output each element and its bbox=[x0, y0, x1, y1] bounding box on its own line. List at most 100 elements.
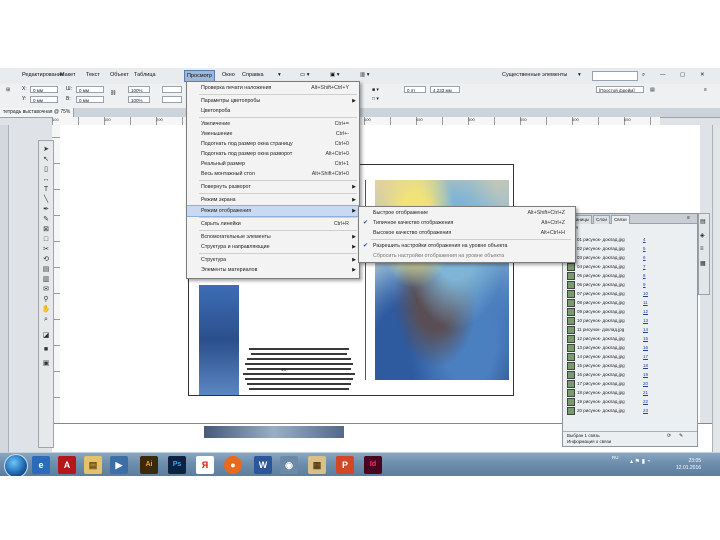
photoshop-icon[interactable]: Ps bbox=[168, 456, 186, 474]
menu-item-typical-display[interactable]: ✔ Типичное качество отображения Alt+Ctrl+Z bbox=[359, 218, 575, 228]
vertical-scrollbar[interactable] bbox=[712, 125, 720, 476]
menu-item-grids-guides[interactable]: Структура и направляющие ▶ bbox=[187, 242, 359, 252]
link-row[interactable]: 13 рисунок- доклад.jpg 16 bbox=[567, 343, 677, 352]
link-page[interactable]: 7 bbox=[643, 262, 646, 271]
link-page[interactable]: 4 bbox=[643, 235, 646, 244]
close-icon[interactable]: ✕ bbox=[700, 72, 705, 78]
edit-original-icon[interactable]: ✎ bbox=[679, 433, 683, 439]
tray-icons[interactable]: ▴ ⚑ ▮ ◔ bbox=[630, 458, 650, 465]
menu-item-zoom-out[interactable]: Уменьшение Ctrl+- bbox=[187, 129, 359, 139]
scissors-tool-icon[interactable]: ✂ bbox=[41, 245, 51, 254]
menu-item-extras[interactable]: Вспомогательные элементы ▶ bbox=[187, 232, 359, 242]
menu-item-zoom-in[interactable]: Увеличение Ctrl+= bbox=[187, 119, 359, 129]
tab-links[interactable]: Связи bbox=[611, 215, 630, 224]
painting-image-left[interactable] bbox=[199, 285, 239, 395]
style-options-icon[interactable]: ▤ bbox=[650, 87, 655, 93]
stroke-panel-icon[interactable]: ≡ bbox=[700, 246, 704, 252]
fill-icon[interactable]: ■ ▾ bbox=[372, 87, 379, 93]
search-icon[interactable]: ⌕ bbox=[642, 72, 645, 79]
menu-item-fast-display[interactable]: Быстрое отображение Alt+Shift+Ctrl+Z bbox=[359, 208, 575, 218]
chevron-down-icon[interactable]: ▾ bbox=[578, 72, 581, 78]
link-proportions-icon[interactable]: ⛓ bbox=[110, 90, 116, 96]
menu-item-fit-page[interactable]: Подогнать под размер окна страницу Ctrl+0 bbox=[187, 139, 359, 149]
menu-item-screen-mode[interactable]: Режим экрана ▶ bbox=[187, 195, 359, 205]
link-page[interactable]: 22 bbox=[643, 397, 648, 406]
link-row[interactable]: 17 рисунок- доклад.jpg 20 bbox=[567, 379, 677, 388]
next-page-image[interactable] bbox=[204, 426, 344, 438]
document-tab[interactable]: тетрадь выставочная @ 75% bbox=[0, 108, 75, 117]
indesign-icon[interactable]: Id bbox=[364, 456, 382, 474]
search-input[interactable] bbox=[592, 71, 638, 81]
rotation-field[interactable] bbox=[162, 86, 182, 93]
link-row[interactable]: 19 рисунок- доклад.jpg 22 bbox=[567, 397, 677, 406]
pen-tool-icon[interactable]: ✒ bbox=[41, 205, 51, 214]
view-options-icon[interactable]: ▭ ▾ bbox=[300, 72, 310, 78]
scale-x-field[interactable]: 100% bbox=[128, 86, 150, 93]
folder-icon[interactable]: ▤ bbox=[84, 456, 102, 474]
menu-item-actual-size[interactable]: Реальный размер Ctrl+1 bbox=[187, 159, 359, 169]
powerpoint-icon[interactable]: P bbox=[336, 456, 354, 474]
hand-tool-icon[interactable]: ✋ bbox=[41, 305, 51, 314]
ie-icon[interactable]: e bbox=[32, 456, 50, 474]
link-row[interactable]: 03 рисунок- доклад.jpg 6 bbox=[567, 253, 677, 262]
link-page[interactable]: 17 bbox=[643, 352, 648, 361]
media-player-icon[interactable]: ▶ bbox=[110, 456, 128, 474]
link-page[interactable]: 23 bbox=[643, 406, 648, 415]
menu-item-clear-object-level[interactable]: Сбросить настройки отображения на уровне… bbox=[359, 251, 575, 261]
link-page[interactable]: 6 bbox=[643, 253, 646, 262]
panel-menu-icon[interactable]: ≡ bbox=[687, 215, 690, 221]
menu-item[interactable]: Таблица bbox=[134, 72, 156, 78]
gap-tool-icon[interactable]: ↔ bbox=[41, 175, 51, 184]
arrange-icon[interactable]: ▥ ▾ bbox=[360, 72, 370, 78]
start-button[interactable] bbox=[4, 454, 28, 476]
stroke-weight-field[interactable]: 0 пт bbox=[404, 86, 426, 93]
swatches-panel-icon[interactable]: ▦ bbox=[700, 260, 706, 267]
link-row[interactable]: 08 рисунок- доклад.jpg 11 bbox=[567, 298, 677, 307]
type-tool-icon[interactable]: T bbox=[41, 185, 51, 194]
link-page[interactable]: 14 bbox=[643, 325, 648, 334]
x-field[interactable]: 0 мм bbox=[30, 86, 58, 93]
link-page[interactable]: 20 bbox=[643, 379, 648, 388]
word-icon[interactable]: W bbox=[254, 456, 272, 474]
link-row[interactable]: 06 рисунок- доклад.jpg 9 bbox=[567, 280, 677, 289]
link-page[interactable]: 15 bbox=[643, 334, 648, 343]
width-field[interactable]: 0 мм bbox=[76, 86, 104, 93]
view-mode-icon[interactable]: ▣ bbox=[41, 359, 51, 368]
scale-y-field[interactable]: 100% bbox=[128, 96, 150, 103]
menu-item[interactable]: Справка bbox=[242, 72, 264, 78]
selection-tool-icon[interactable]: ➤ bbox=[41, 145, 51, 154]
link-row[interactable]: 15 рисунок- доклад.jpg 18 bbox=[567, 361, 677, 370]
stroke-icon[interactable]: □ ▾ bbox=[372, 96, 379, 102]
link-row[interactable]: 07 рисунок- доклад.jpg 10 bbox=[567, 289, 677, 298]
line-tool-icon[interactable]: ╲ bbox=[41, 195, 51, 204]
link-info-toggle[interactable]: Информация о связи bbox=[567, 439, 611, 444]
tab-layers[interactable]: Слои bbox=[593, 215, 610, 224]
screen-mode-icon[interactable]: ▣ ▾ bbox=[330, 72, 340, 78]
explorer-icon[interactable]: ▦ bbox=[308, 456, 326, 474]
link-page[interactable]: 11 bbox=[643, 298, 648, 307]
direct-selection-tool-icon[interactable]: ↖ bbox=[41, 155, 51, 164]
language-indicator[interactable]: RU bbox=[612, 455, 619, 460]
illustrator-icon[interactable]: Ai bbox=[140, 456, 158, 474]
apply-color-icon[interactable]: ■ bbox=[41, 345, 51, 354]
link-row[interactable]: 18 рисунок- доклад.jpg 21 bbox=[567, 388, 677, 397]
menu-item-display-performance[interactable]: Режим отображения ▶ bbox=[187, 205, 359, 217]
menu-item-entire-pasteboard[interactable]: Весь монтажный стол Alt+Shift+Ctrl+0 bbox=[187, 169, 359, 179]
link-row[interactable]: 14 рисунок- доклад.jpg 17 bbox=[567, 352, 677, 361]
y-field[interactable]: 0 мм bbox=[30, 96, 58, 103]
transform-tool-icon[interactable]: ⟲ bbox=[41, 255, 51, 264]
shear-field[interactable] bbox=[162, 96, 182, 103]
note-tool-icon[interactable]: ✉ bbox=[41, 285, 51, 294]
menu-item-high-quality-display[interactable]: Высокое качество отображения Alt+Ctrl+H bbox=[359, 228, 575, 238]
maximize-icon[interactable]: ▢ bbox=[680, 72, 685, 78]
link-row[interactable]: 05 рисунок- доклад.jpg 8 bbox=[567, 271, 677, 280]
yandex-icon[interactable]: Я bbox=[196, 456, 214, 474]
clock[interactable]: 23:05 12.01.2016 bbox=[676, 458, 701, 472]
link-row[interactable]: 01 рисунок- доклад.jpg 4 bbox=[567, 235, 677, 244]
link-row[interactable]: 20 рисунок- доклад.jpg 23 bbox=[567, 406, 677, 415]
acrobat-icon[interactable]: A bbox=[58, 456, 76, 474]
link-page[interactable]: 10 bbox=[643, 289, 648, 298]
link-page[interactable]: 12 bbox=[643, 307, 648, 316]
menu-item[interactable]: Макет bbox=[60, 72, 76, 78]
menu-item-fit-spread[interactable]: Подогнать под размер окна разворот Alt+Ct… bbox=[187, 149, 359, 159]
